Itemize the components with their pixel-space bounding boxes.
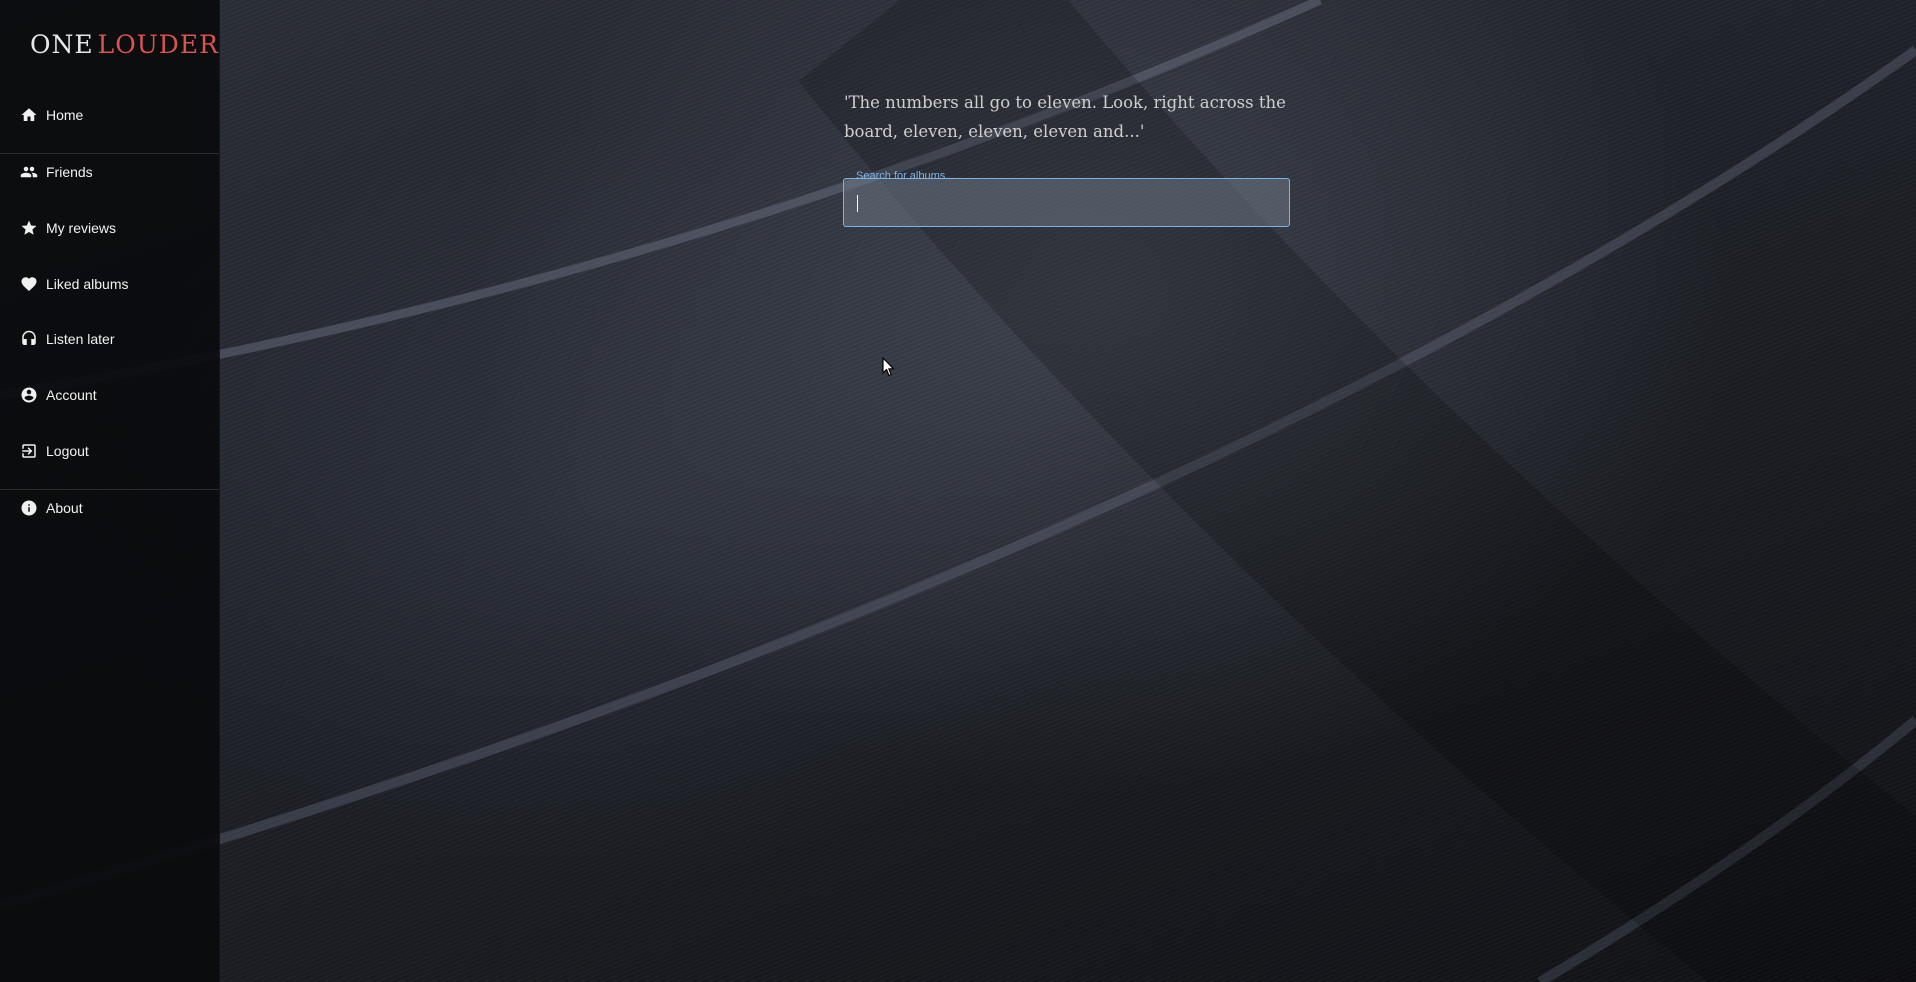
logo[interactable]: ONE LOUDER [30,30,219,59]
sidebar-item-label: Listen later [46,331,115,347]
heart-icon [19,274,39,294]
vinyl-ring-lines [0,0,1916,982]
search-input[interactable] [856,191,1280,217]
logout-icon [19,441,39,461]
headphones-icon [19,329,39,349]
sidebar-item-label: Friends [46,164,93,180]
mouse-pointer-icon [882,357,896,382]
sidebar-item-listen-later[interactable]: Listen later [0,319,219,359]
star-icon [19,218,39,238]
sidebar-item-logout[interactable]: Logout [0,431,219,471]
vinyl-background [0,0,1916,982]
sidebar-item-label: Account [46,387,97,403]
sidebar-item-my-reviews[interactable]: My reviews [0,208,219,248]
sidebar-item-home[interactable]: Home [0,95,219,135]
app-root: ONE LOUDER Home Friends My reviews Liked… [0,0,1916,982]
sidebar: ONE LOUDER Home Friends My reviews Liked… [0,0,220,982]
sidebar-item-label: Liked albums [46,276,129,292]
sidebar-item-liked-albums[interactable]: Liked albums [0,264,219,304]
text-caret [857,195,858,212]
search-label: Search for albums... [856,170,955,182]
sidebar-item-about[interactable]: About [0,488,219,528]
info-icon [19,498,39,518]
logo-louder: LOUDER [97,30,219,59]
logo-one: ONE [30,30,94,59]
sidebar-item-label: Logout [46,443,89,459]
search-field[interactable]: Search for albums... [843,170,1290,227]
quote-text: 'The numbers all go to eleven. Look, rig… [844,93,1286,141]
sidebar-item-account[interactable]: Account [0,375,219,415]
sidebar-item-label: My reviews [46,220,117,236]
sidebar-item-label: About [46,500,83,516]
account-circle-icon [19,385,39,405]
sidebar-item-label: Home [46,107,84,123]
sidebar-item-friends[interactable]: Friends [0,152,219,192]
people-icon [19,162,39,182]
home-icon [19,105,39,125]
